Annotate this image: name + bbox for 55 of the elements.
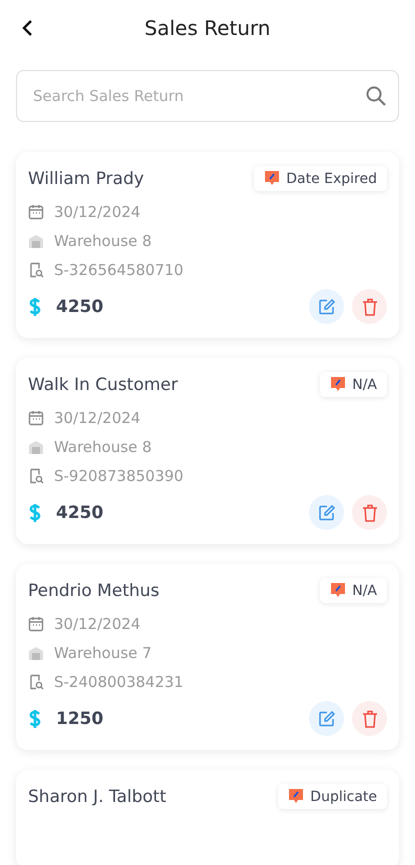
edit-button[interactable]	[309, 289, 344, 324]
status-text: Duplicate	[310, 788, 377, 804]
amount: 4250	[56, 502, 104, 522]
customer-name: Sharon J. Talbott	[28, 786, 166, 806]
edit-icon	[318, 298, 336, 316]
status-text: N/A	[352, 582, 377, 598]
sales-return-card[interactable]: Walk In Customer N/A 30/12/2024 Warehouse 8 S-920873850390 4250	[16, 358, 399, 544]
search-icon[interactable]	[365, 85, 387, 107]
dollar-icon	[28, 296, 42, 316]
edit-button[interactable]	[309, 495, 344, 530]
status-text: N/A	[352, 376, 377, 392]
warehouse-icon	[28, 645, 44, 661]
comment-icon	[330, 376, 346, 393]
sales-return-card[interactable]: Pendrio Methus N/A 30/12/2024 Warehouse 7 S-240800384231 1250	[16, 564, 399, 750]
comment-icon	[330, 582, 346, 599]
trash-icon	[362, 504, 378, 522]
warehouse-name: Warehouse 7	[54, 644, 152, 662]
delete-button[interactable]	[352, 701, 387, 736]
warehouse-icon	[28, 233, 44, 249]
search-field[interactable]: Search Sales Return	[16, 70, 399, 122]
dollar-icon	[28, 708, 42, 728]
warehouse-icon	[28, 439, 44, 455]
delete-button[interactable]	[352, 495, 387, 530]
calendar-icon	[28, 616, 44, 632]
sales-return-card[interactable]: William Prady Date Expired 30/12/2024 Warehouse 8 S-326564580710 4250	[16, 152, 399, 338]
edit-icon	[318, 504, 336, 522]
delete-button[interactable]	[352, 289, 387, 324]
reference-number: S-240800384231	[54, 673, 184, 691]
calendar-icon	[28, 410, 44, 426]
reference-number: S-920873850390	[54, 467, 184, 485]
document-search-icon	[28, 468, 44, 484]
document-search-icon	[28, 262, 44, 278]
calendar-icon	[28, 204, 44, 220]
sales-return-card[interactable]: Sharon J. Talbott Duplicate	[16, 770, 399, 865]
return-date: 30/12/2024	[54, 409, 140, 427]
edit-icon	[318, 710, 336, 728]
status-text: Date Expired	[286, 170, 377, 186]
warehouse-name: Warehouse 8	[54, 232, 152, 250]
reference-number: S-326564580710	[54, 261, 184, 279]
amount: 4250	[56, 296, 104, 316]
page-title: Sales Return	[144, 16, 270, 40]
customer-name: William Prady	[28, 168, 144, 188]
trash-icon	[362, 710, 378, 728]
comment-icon	[288, 788, 304, 805]
return-date: 30/12/2024	[54, 615, 140, 633]
warehouse-name: Warehouse 8	[54, 438, 152, 456]
amount: 1250	[56, 708, 104, 728]
edit-button[interactable]	[309, 701, 344, 736]
dollar-icon	[28, 502, 42, 522]
return-date: 30/12/2024	[54, 203, 140, 221]
customer-name: Pendrio Methus	[28, 580, 160, 600]
comment-icon	[264, 170, 280, 187]
trash-icon	[362, 298, 378, 316]
customer-name: Walk In Customer	[28, 374, 178, 394]
document-search-icon	[28, 674, 44, 690]
